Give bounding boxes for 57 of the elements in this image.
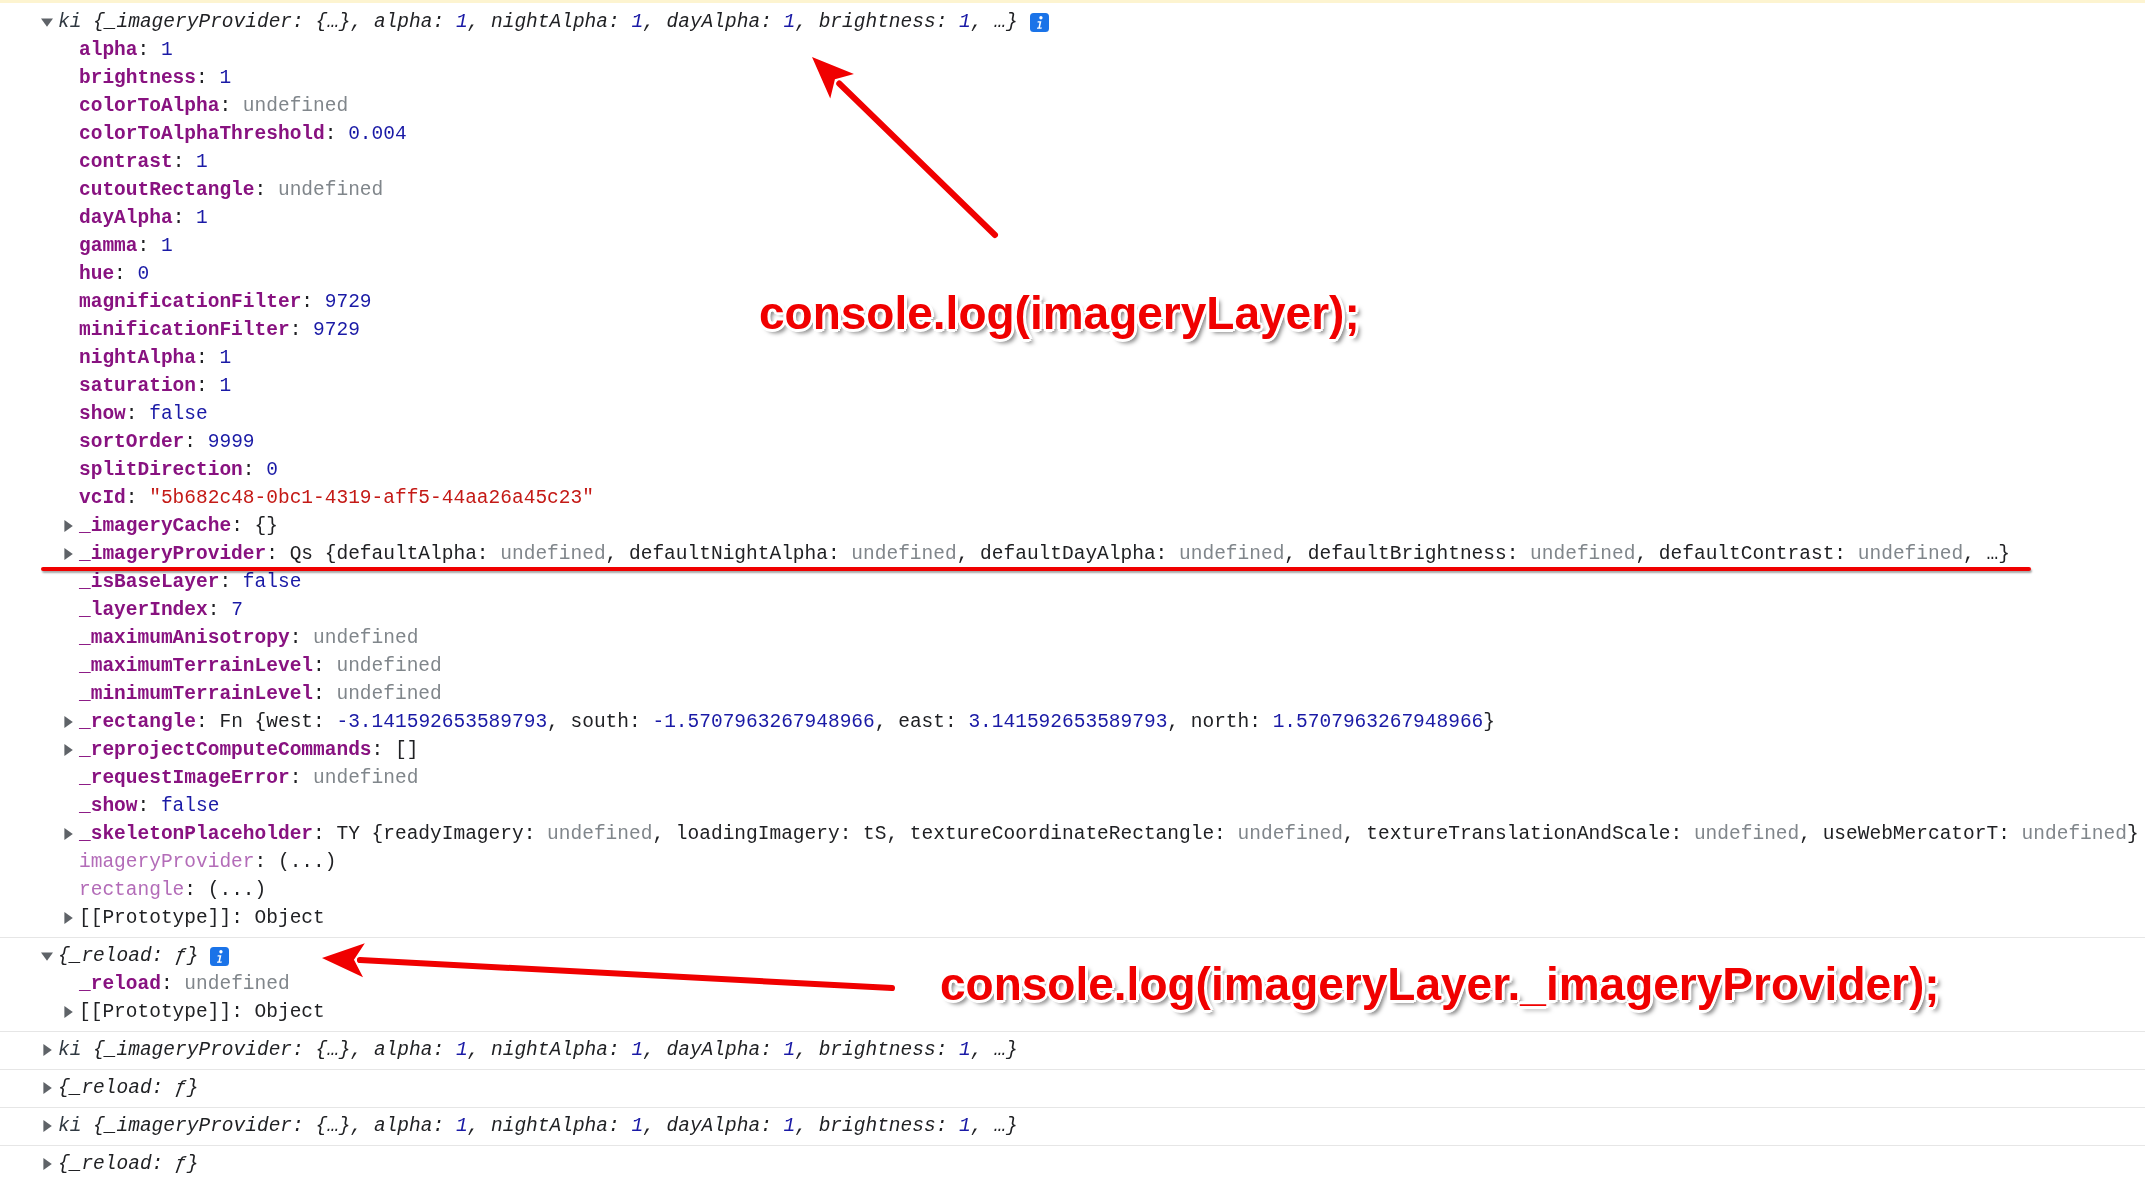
property-text: cutoutRectangle: undefined [79,179,384,201]
property-text: _show: false [79,795,220,817]
property-text: sortOrder: 9999 [79,431,255,453]
annotation-label: console.log(imageryLayer); [759,286,1360,340]
property-text: _skeletonPlaceholder: TY {readyImagery: undefined, loadingImagery: tS, textureCoordinateRectangle: undefined, textureTranslationAndScale: undefined, useWebMercatorT: undefined} [79,823,2139,845]
property-text: dayAlpha: 1 [79,207,208,229]
property-text: _maximumTerrainLevel: undefined [79,655,442,677]
object-summary[interactable]: {_reload: ƒ} [58,1153,199,1175]
property-text: saturation: 1 [79,375,232,397]
property-text: [[Prototype]]: Object [79,1001,325,1023]
disclosure-triangle-icon[interactable] [62,828,74,840]
property-text: brightness: 1 [79,67,232,89]
object-summary[interactable]: ki {_imageryProvider: {…}, alpha: 1, nightAlpha: 1, dayAlpha: 1, brightness: 1, …} [58,11,1018,33]
property-text: _requestImageError: undefined [79,767,419,789]
disclosure-triangle-icon[interactable] [62,912,74,924]
property-text: rectangle: (...) [79,879,267,901]
info-icon[interactable] [1029,12,1049,32]
property-text: contrast: 1 [79,151,208,173]
disclosure-triangle-icon[interactable] [41,1082,53,1094]
object-summary[interactable]: {_reload: ƒ} [58,1077,199,1099]
disclosure-triangle-icon[interactable] [62,520,74,532]
disclosure-triangle-icon[interactable] [41,1044,53,1056]
property-text: _imageryProvider: Qs {defaultAlpha: undefined, defaultNightAlpha: undefined, defaultDayAlpha: undefined, defaultBrightness: undefined, defaultContrast: undefined, …} [79,543,2010,565]
property-text: hue: 0 [79,263,150,285]
info-icon[interactable] [210,946,230,966]
property-text: _reprojectComputeCommands: [] [79,739,419,761]
property-text: [[Prototype]]: Object [79,907,325,929]
disclosure-triangle-icon[interactable] [62,744,74,756]
property-text: show: false [79,403,208,425]
disclosure-triangle-icon[interactable] [41,1120,53,1132]
object-summary[interactable]: ki {_imageryProvider: {…}, alpha: 1, nightAlpha: 1, dayAlpha: 1, brightness: 1, …} [58,1115,1018,1137]
property-text: gamma: 1 [79,235,173,257]
disclosure-triangle-icon[interactable] [62,1006,74,1018]
property-text: _minimumTerrainLevel: undefined [79,683,442,705]
property-text: imageryProvider: (...) [79,851,337,873]
property-text: _isBaseLayer: false [79,571,302,593]
disclosure-triangle-icon[interactable] [41,1158,53,1170]
property-text: colorToAlphaThreshold: 0.004 [79,123,407,145]
property-text: nightAlpha: 1 [79,347,232,369]
property-text: _layerIndex: 7 [79,599,243,621]
disclosure-triangle-icon[interactable] [41,16,53,28]
property-text: splitDirection: 0 [79,459,278,481]
property-text: _reload: undefined [79,973,290,995]
object-summary[interactable]: ki {_imageryProvider: {…}, alpha: 1, nightAlpha: 1, dayAlpha: 1, brightness: 1, …} [58,1039,1018,1061]
property-text: _rectangle: Fn {west: -3.141592653589793, south: -1.5707963267948966, east: 3.141592653589793, north: 1.5707963267948966} [79,711,1495,733]
disclosure-triangle-icon[interactable] [41,950,53,962]
property-text: alpha: 1 [79,39,173,61]
property-text: vcId: "5b682c48-0bc1-4319-aff5-44aa26a45c23" [79,487,594,509]
property-text: _imageryCache: {} [79,515,278,537]
disclosure-triangle-icon[interactable] [62,716,74,728]
disclosure-triangle-icon[interactable] [62,548,74,560]
annotation-label: console.log(imageryLayer._imageryProvider); [940,957,1940,1011]
property-text: magnificationFilter: 9729 [79,291,372,313]
property-text: colorToAlpha: undefined [79,95,349,117]
property-text: _maximumAnisotropy: undefined [79,627,419,649]
object-summary[interactable]: {_reload: ƒ} [58,945,199,967]
property-text: minificationFilter: 9729 [79,319,360,341]
